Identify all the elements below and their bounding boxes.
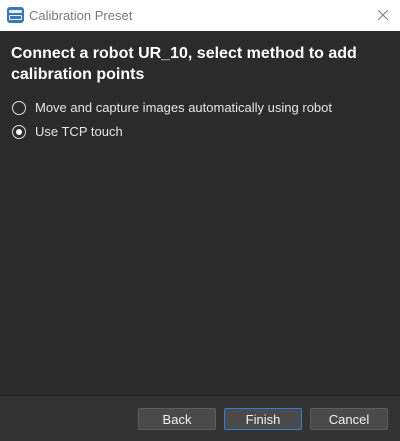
window-title: Calibration Preset <box>29 8 133 23</box>
radio-button-unchecked[interactable] <box>12 100 26 115</box>
option-move-and-capture[interactable]: Move and capture images automatically us… <box>12 100 332 115</box>
page-title: Connect a robot UR_10, select method to … <box>11 45 357 83</box>
calibration-preset-dialog: Calibration Preset Connect a robot UR_10… <box>0 0 400 441</box>
cancel-button[interactable]: Cancel <box>310 408 388 430</box>
option-label: Move and capture images automatically us… <box>35 100 332 115</box>
app-logo-icon <box>7 7 24 23</box>
dialog-footer: Back Finish Cancel <box>0 395 400 441</box>
finish-button[interactable]: Finish <box>224 408 302 430</box>
title-bar[interactable]: Calibration Preset <box>0 0 400 31</box>
option-label: Use TCP touch <box>35 124 123 139</box>
option-use-tcp-touch[interactable]: Use TCP touch <box>12 124 123 139</box>
close-button[interactable] <box>371 4 395 26</box>
close-icon <box>377 9 389 21</box>
radio-button-checked[interactable] <box>12 124 26 139</box>
back-button[interactable]: Back <box>138 408 216 430</box>
